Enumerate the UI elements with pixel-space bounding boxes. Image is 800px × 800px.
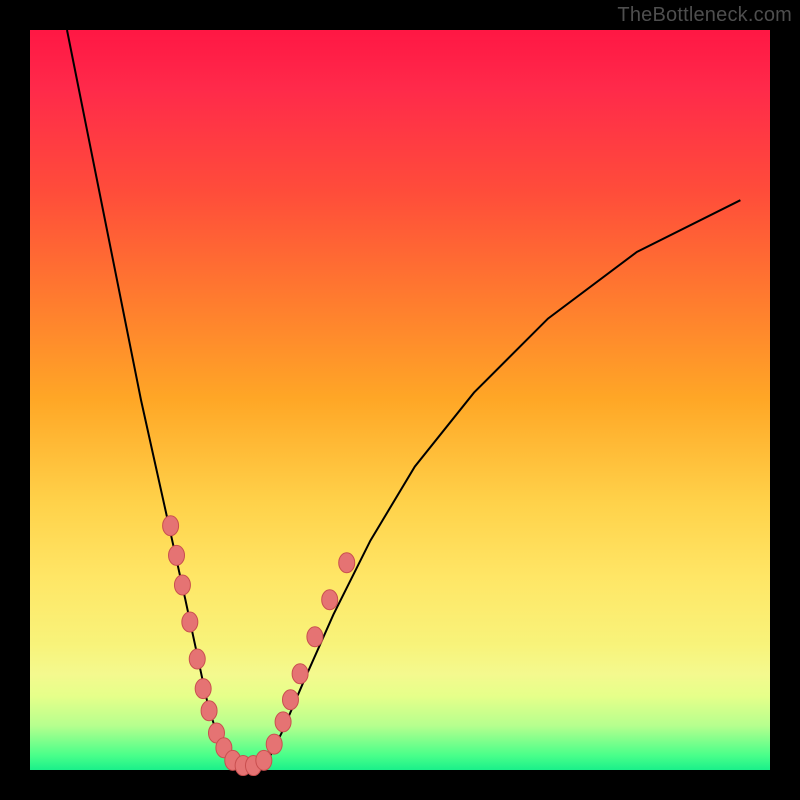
bead-marker — [201, 701, 217, 721]
bead-marker — [182, 612, 198, 632]
bead-marker — [195, 679, 211, 699]
bead-marker — [282, 690, 298, 710]
bead-marker — [307, 627, 323, 647]
bead-marker — [266, 734, 282, 754]
outer-frame: TheBottleneck.com — [0, 0, 800, 800]
bead-marker — [174, 575, 190, 595]
bead-marker — [322, 590, 338, 610]
watermark-text: TheBottleneck.com — [617, 4, 792, 27]
bead-marker — [189, 649, 205, 669]
bead-group — [163, 516, 355, 776]
bead-marker — [169, 545, 185, 565]
bead-marker — [256, 750, 272, 770]
plot-area — [30, 30, 770, 770]
bottleneck-curve — [67, 30, 740, 768]
bead-marker — [275, 712, 291, 732]
bead-marker — [292, 664, 308, 684]
bead-marker — [339, 553, 355, 573]
bead-marker — [163, 516, 179, 536]
chart-svg — [30, 30, 770, 770]
